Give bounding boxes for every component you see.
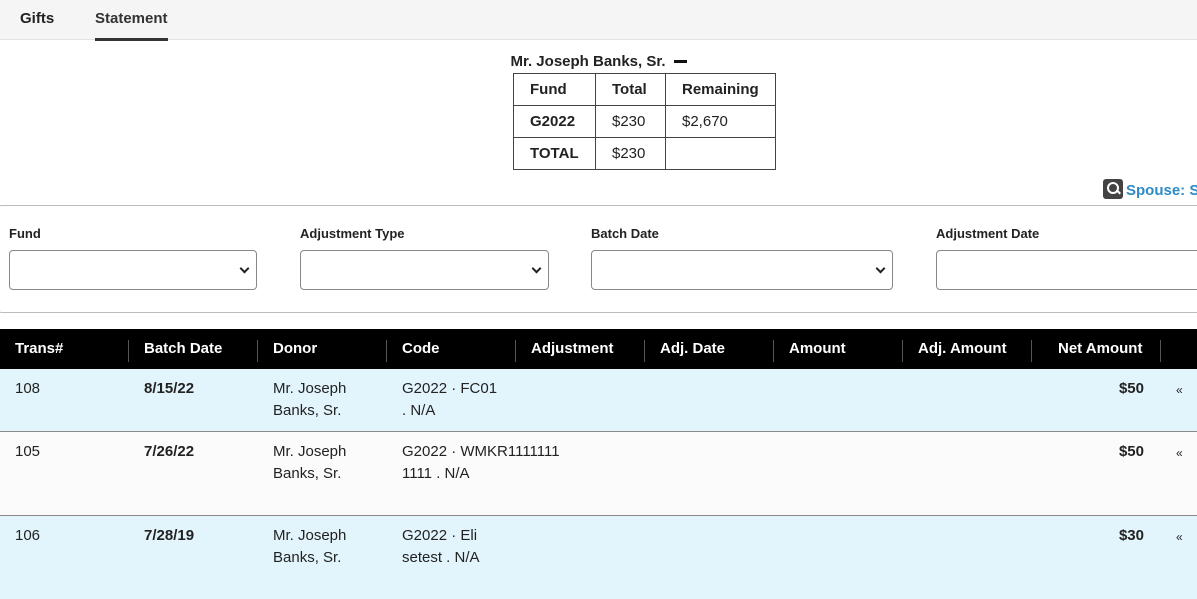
- trans-number: 108: [15, 380, 41, 397]
- donor-summary-header: Mr. Joseph Banks, Sr.: [0, 52, 1197, 70]
- summary-fund: TOTAL: [513, 137, 596, 170]
- gift-code: G2022 · WMKR11111111111 . N/A: [402, 443, 560, 482]
- chevron-down-icon: [239, 263, 250, 274]
- table-row[interactable]: 106 7/28/19 Mr. Joseph Banks, Sr. G2022 …: [0, 516, 1197, 599]
- adjustment-date-filter: Adjustment Date: [936, 226, 1197, 290]
- chevron-down-icon: [531, 263, 542, 274]
- batch-date: 7/28/19: [144, 527, 195, 544]
- net-amount: $30: [1118, 527, 1144, 544]
- gift-code: G2022 · Elisetest . N/A: [402, 527, 480, 566]
- batch-date-filter: Batch Date: [591, 226, 893, 290]
- net-amount: $50: [1118, 443, 1144, 460]
- col-donor[interactable]: Donor: [257, 340, 317, 362]
- expand-row-icon[interactable]: «: [1176, 379, 1183, 401]
- gift-code: G2022 · FC01 . N/A: [402, 380, 498, 419]
- col-adj-amount[interactable]: Adj. Amount: [902, 340, 1007, 362]
- donor-name: Mr. Joseph Banks, Sr.: [273, 380, 347, 419]
- tab-bar: Gifts Statement: [0, 0, 1197, 41]
- col-expand: [1160, 340, 1197, 362]
- table-row[interactable]: 105 7/26/22 Mr. Joseph Banks, Sr. G2022 …: [0, 432, 1197, 516]
- col-amount[interactable]: Amount: [773, 340, 846, 362]
- search-icon: [1103, 179, 1123, 199]
- tab-gifts[interactable]: Gifts: [20, 0, 54, 40]
- donor-name: Mr. Joseph Banks, Sr.: [273, 443, 347, 482]
- fund-select[interactable]: [9, 250, 257, 290]
- trans-number: 105: [15, 443, 41, 460]
- summary-remaining: [665, 137, 776, 170]
- summary-total: $230: [595, 105, 666, 138]
- summary-row: G2022 $230 $2,670: [513, 105, 776, 138]
- summary-total-row: TOTAL $230: [513, 137, 776, 170]
- donor-name: Mr. Joseph Banks, Sr.: [273, 527, 347, 566]
- batch-date: 8/15/22: [144, 380, 195, 397]
- col-batch-date[interactable]: Batch Date: [128, 340, 222, 362]
- summary-total: $230: [595, 137, 666, 170]
- col-adjustment[interactable]: Adjustment: [515, 340, 614, 362]
- transactions-table-header: Trans# Batch Date Donor Code Adjustment …: [0, 329, 1197, 369]
- spouse-link[interactable]: Spouse: Sc: [1103, 179, 1197, 199]
- donor-name: Mr. Joseph Banks, Sr.: [510, 52, 666, 70]
- adjustment-type-filter: Adjustment Type: [300, 226, 549, 290]
- collapse-icon[interactable]: [673, 59, 687, 63]
- filter-panel: Fund Adjustment Type Batch Date Adjustme…: [0, 205, 1197, 313]
- net-amount: $50: [1118, 380, 1144, 397]
- col-net-amount[interactable]: Net Amount: [1031, 340, 1159, 362]
- adjustment-type-label: Adjustment Type: [300, 226, 405, 241]
- col-adj-date[interactable]: Adj. Date: [644, 340, 725, 362]
- batch-date: 7/26/22: [144, 443, 195, 460]
- fund-summary-table: Fund Total Remaining G2022 $230 $2,670 T…: [513, 73, 776, 170]
- spouse-label: Spouse: Sc: [1126, 182, 1197, 199]
- summary-col-fund: Fund: [513, 73, 596, 106]
- summary-header-row: Fund Total Remaining: [513, 73, 776, 106]
- fund-filter: Fund: [9, 226, 257, 290]
- tab-statement[interactable]: Statement: [95, 0, 168, 41]
- summary-remaining: $2,670: [665, 105, 776, 138]
- adjustment-date-label: Adjustment Date: [936, 226, 1040, 241]
- batch-date-label: Batch Date: [591, 226, 659, 241]
- col-code[interactable]: Code: [386, 340, 440, 362]
- summary-col-total: Total: [595, 73, 666, 106]
- table-row[interactable]: 108 8/15/22 Mr. Joseph Banks, Sr. G2022 …: [0, 369, 1197, 432]
- expand-row-icon[interactable]: «: [1176, 442, 1183, 464]
- chevron-down-icon: [875, 263, 886, 274]
- adjustment-type-select[interactable]: [300, 250, 549, 290]
- summary-col-remaining: Remaining: [665, 73, 776, 106]
- adjustment-date-input[interactable]: [936, 250, 1197, 290]
- col-trans[interactable]: Trans#: [0, 340, 63, 362]
- expand-row-icon[interactable]: «: [1176, 526, 1183, 548]
- summary-fund: G2022: [513, 105, 596, 138]
- trans-number: 106: [15, 527, 41, 544]
- fund-filter-label: Fund: [9, 226, 41, 241]
- batch-date-select[interactable]: [591, 250, 893, 290]
